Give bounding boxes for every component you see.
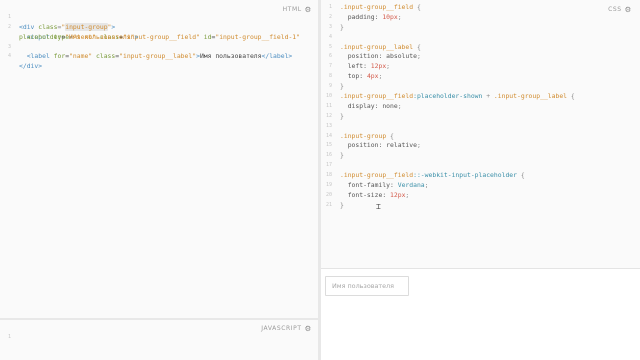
code-line: 5 .input-group__label { xyxy=(321,43,640,53)
code-line: 1 xyxy=(0,323,318,340)
line-number: 14 xyxy=(325,132,332,139)
code-line: 10 .input-group__field:placeholder-shown … xyxy=(321,92,640,102)
code-line: 18 .input-group__field::-webkit-input-pla… xyxy=(321,171,640,181)
code-line: 7 left: 12px; xyxy=(321,62,640,72)
line-number: 7 xyxy=(328,63,332,70)
text-cursor-icon: ⌶ xyxy=(376,202,381,211)
line-number: 4 xyxy=(328,33,332,40)
css-editor-pane[interactable]: CSS ⚙ 1 .input-group__field {2 padding: 1… xyxy=(321,0,640,268)
javascript-editor-pane[interactable]: JAVASCRIPT ⚙ 1 xyxy=(0,320,318,360)
code-line: 1 <div class="input-group"> xyxy=(0,3,318,31)
line-number: 1 xyxy=(328,4,332,10)
code-line: 2 padding: 10px; xyxy=(321,13,640,23)
preview-username-input[interactable]: Имя пользователя xyxy=(325,276,409,296)
code-line: 17 xyxy=(321,161,640,171)
code-line: 14 .input-group { xyxy=(321,132,640,142)
line-number: 13 xyxy=(325,122,332,129)
line-number: 21 xyxy=(325,201,332,208)
line-number: 20 xyxy=(325,191,332,198)
code-line: 15 position: relative; xyxy=(321,141,640,151)
html-editor-pane[interactable]: HTML ⚙ 1 <div class="input-group"> 2 <in… xyxy=(0,0,318,318)
code-line: 20 font-size: 12px; xyxy=(321,191,640,201)
line-number: 3 xyxy=(328,23,332,30)
code-line: 3} xyxy=(321,23,640,33)
code-line: 11 display: none; xyxy=(321,102,640,112)
code-line: 2 <input type="text" class="input-group_… xyxy=(0,13,318,41)
line-number: 18 xyxy=(325,172,332,179)
css-code[interactable]: 1 .input-group__field {2 padding: 10px; 3}… xyxy=(321,3,640,211)
code-line: 16} xyxy=(321,151,640,161)
code-line: 6 position: absolute; xyxy=(321,52,640,62)
code-line: 3 <label for="name" class="input-group__… xyxy=(0,33,318,61)
line-number: 15 xyxy=(325,142,332,149)
line-number: 16 xyxy=(325,152,332,159)
line-number: 9 xyxy=(328,83,332,90)
line-number: 12 xyxy=(325,112,332,119)
code-line: 4 xyxy=(321,33,640,43)
line-number: 11 xyxy=(325,102,332,109)
code-line: 12} xyxy=(321,112,640,122)
line-number: 19 xyxy=(325,182,332,189)
line-number: 5 xyxy=(328,43,332,50)
code-line-continuation: placeholder="Имя пользователя"> xyxy=(19,32,139,41)
line-number: 2 xyxy=(328,13,332,20)
line-number: 8 xyxy=(328,73,332,80)
line-number: 17 xyxy=(325,162,332,169)
html-code[interactable]: 1 <div class="input-group"> 2 <input typ… xyxy=(0,3,318,70)
js-code[interactable]: 1 xyxy=(0,323,318,340)
code-line: 4 </div> xyxy=(0,43,318,70)
line-number: 10 xyxy=(325,93,332,100)
line-number: 4 xyxy=(7,53,11,60)
code-line: 21} xyxy=(321,201,640,211)
code-line: 19 font-family: Verdana; xyxy=(321,181,640,191)
code-line: 1 .input-group__field { xyxy=(321,3,640,13)
line-number: 1 xyxy=(7,333,11,340)
line-number: 6 xyxy=(328,53,332,60)
code-line: 13 xyxy=(321,122,640,132)
code-line: 8 top: 4px; xyxy=(321,72,640,82)
code-line: 9} xyxy=(321,82,640,92)
